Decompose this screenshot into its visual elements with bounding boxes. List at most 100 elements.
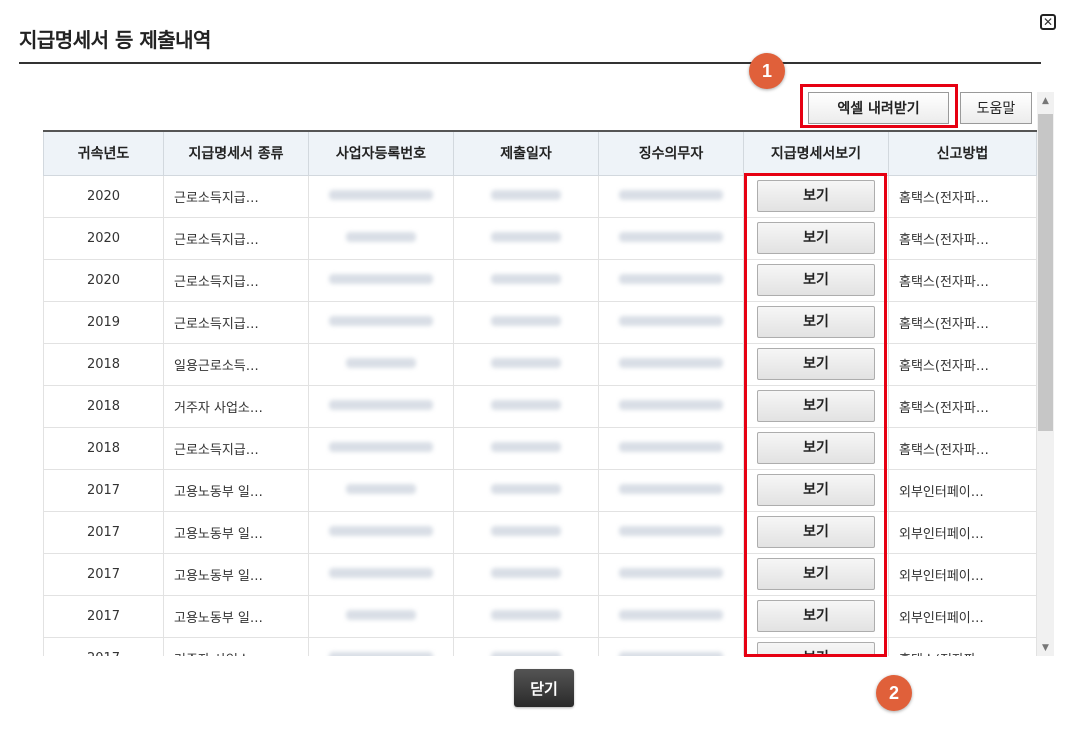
cell-withholder-redacted: [598, 552, 744, 596]
cell-type: 근로소득지급…: [163, 258, 309, 302]
cell-year: 2018: [43, 342, 164, 386]
cell-type: 고용노동부 일…: [163, 594, 309, 638]
cell-method: 홈택스(전자파…: [888, 300, 1037, 344]
cell-business-number-redacted: [308, 594, 454, 638]
cell-year: 2017: [43, 636, 164, 656]
cell-withholder-redacted: [598, 342, 744, 386]
cell-business-number-redacted: [308, 174, 454, 218]
redacted-text: [619, 189, 723, 200]
excel-button-highlight: [800, 84, 958, 128]
redacted-text: [346, 231, 416, 242]
cell-submit-date-redacted: [453, 426, 599, 470]
table-row: 2017 고용노동부 일… 보기 외부인터페이…: [43, 510, 1037, 554]
submission-table: 귀속년도 지급명세서 종류 사업자등록번호 제출일자 징수의무자 지급명세서보기…: [43, 130, 1037, 656]
table-row: 2019 근로소득지급… 보기 홈택스(전자파…: [43, 300, 1037, 344]
redacted-text: [619, 609, 723, 620]
cell-method: 홈택스(전자파…: [888, 174, 1037, 218]
redacted-text: [619, 357, 723, 368]
cell-submit-date-redacted: [453, 468, 599, 512]
cell-type: 일용근로소득…: [163, 342, 309, 386]
redacted-text: [346, 609, 416, 620]
cell-withholder-redacted: [598, 510, 744, 554]
redacted-text: [329, 525, 433, 536]
cell-business-number-redacted: [308, 468, 454, 512]
cell-method: 홈택스(전자파…: [888, 216, 1037, 260]
column-header-view: 지급명세서보기: [743, 130, 889, 176]
column-header-submit-date: 제출일자: [453, 130, 599, 176]
cell-submit-date-redacted: [453, 216, 599, 260]
table-row: 2018 거주자 사업소… 보기 홈택스(전자파…: [43, 384, 1037, 428]
redacted-text: [619, 315, 723, 326]
redacted-text: [619, 441, 723, 452]
scroll-thumb[interactable]: [1038, 114, 1053, 431]
table-row: 2020 근로소득지급… 보기 홈택스(전자파…: [43, 174, 1037, 218]
cell-type: 근로소득지급…: [163, 426, 309, 470]
cell-withholder-redacted: [598, 300, 744, 344]
title-divider: [19, 62, 1041, 64]
redacted-text: [491, 399, 561, 410]
help-button[interactable]: 도움말: [960, 92, 1032, 124]
column-header-business-number: 사업자등록번호: [308, 130, 454, 176]
cell-year: 2020: [43, 216, 164, 260]
column-header-method: 신고방법: [888, 130, 1037, 176]
cell-business-number-redacted: [308, 342, 454, 386]
table-row: 2018 일용근로소득… 보기 홈택스(전자파…: [43, 342, 1037, 386]
table-header-row: 귀속년도 지급명세서 종류 사업자등록번호 제출일자 징수의무자 지급명세서보기…: [43, 130, 1037, 176]
cell-year: 2017: [43, 468, 164, 512]
cell-year: 2018: [43, 384, 164, 428]
cell-year: 2019: [43, 300, 164, 344]
cell-withholder-redacted: [598, 426, 744, 470]
redacted-text: [491, 525, 561, 536]
table-row: 2017 고용노동부 일… 보기 외부인터페이…: [43, 552, 1037, 596]
cell-type: 근로소득지급…: [163, 216, 309, 260]
cell-submit-date-redacted: [453, 174, 599, 218]
redacted-text: [491, 357, 561, 368]
redacted-text: [329, 399, 433, 410]
cell-submit-date-redacted: [453, 258, 599, 302]
redacted-text: [491, 189, 561, 200]
cell-business-number-redacted: [308, 636, 454, 656]
redacted-text: [491, 651, 561, 656]
dialog-title: 지급명세서 등 제출내역: [19, 28, 211, 52]
cell-method: 홈택스(전자파…: [888, 426, 1037, 470]
scroll-up-icon[interactable]: ▲: [1037, 92, 1054, 109]
redacted-text: [491, 315, 561, 326]
redacted-text: [619, 231, 723, 242]
cell-business-number-redacted: [308, 426, 454, 470]
redacted-text: [619, 483, 723, 494]
scroll-down-icon[interactable]: ▼: [1037, 639, 1054, 656]
step-badge-1: 1: [749, 53, 785, 89]
cell-year: 2017: [43, 510, 164, 554]
table-row: 2018 근로소득지급… 보기 홈택스(전자파…: [43, 426, 1037, 470]
cell-submit-date-redacted: [453, 300, 599, 344]
close-button[interactable]: 닫기: [514, 669, 574, 707]
table-row: 2020 근로소득지급… 보기 홈택스(전자파…: [43, 216, 1037, 260]
submission-table-container: 귀속년도 지급명세서 종류 사업자등록번호 제출일자 징수의무자 지급명세서보기…: [43, 130, 1054, 656]
cell-business-number-redacted: [308, 300, 454, 344]
cell-method: 홈택스(전자파…: [888, 636, 1037, 656]
cell-business-number-redacted: [308, 216, 454, 260]
vertical-scrollbar[interactable]: ▲ ▼: [1037, 92, 1054, 656]
redacted-text: [619, 567, 723, 578]
cell-type: 고용노동부 일…: [163, 510, 309, 554]
redacted-text: [329, 651, 433, 656]
redacted-text: [619, 651, 723, 656]
cell-business-number-redacted: [308, 510, 454, 554]
cell-submit-date-redacted: [453, 510, 599, 554]
close-icon[interactable]: ✕: [1040, 14, 1056, 30]
cell-type: 근로소득지급…: [163, 300, 309, 344]
cell-type: 고용노동부 일…: [163, 552, 309, 596]
cell-year: 2017: [43, 594, 164, 638]
column-header-withholder: 징수의무자: [598, 130, 744, 176]
cell-type: 근로소득지급…: [163, 174, 309, 218]
cell-business-number-redacted: [308, 384, 454, 428]
cell-method: 외부인터페이…: [888, 552, 1037, 596]
cell-withholder-redacted: [598, 636, 744, 656]
cell-method: 외부인터페이…: [888, 510, 1037, 554]
redacted-text: [329, 273, 433, 284]
redacted-text: [619, 525, 723, 536]
redacted-text: [491, 273, 561, 284]
cell-year: 2018: [43, 426, 164, 470]
redacted-text: [491, 441, 561, 452]
redacted-text: [329, 189, 433, 200]
